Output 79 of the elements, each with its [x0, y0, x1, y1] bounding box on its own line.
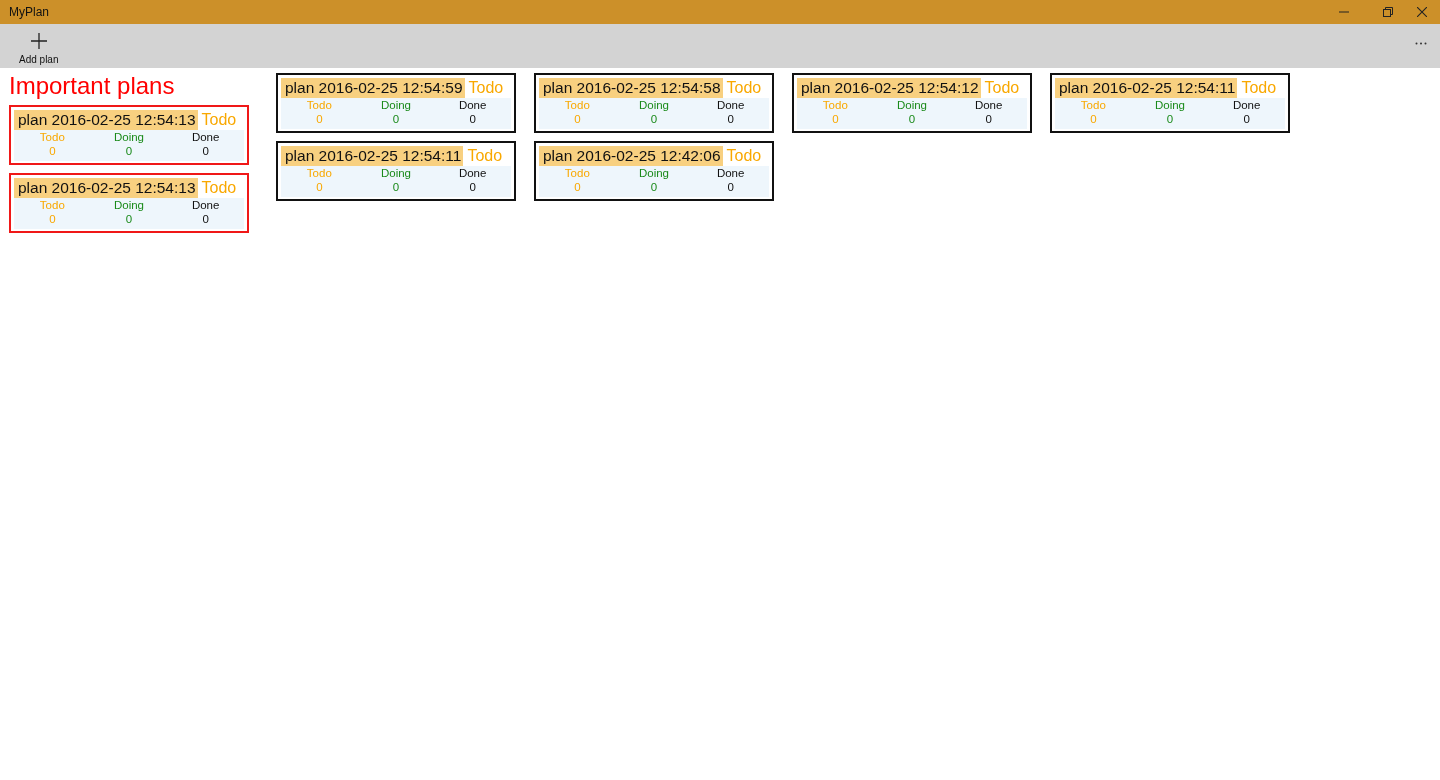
stat-count: 0 — [392, 112, 400, 126]
plan-status: Todo — [726, 147, 762, 165]
stat-label: Done — [191, 198, 220, 212]
stat-count: 0 — [650, 112, 658, 126]
stat-count: 0 — [832, 112, 839, 126]
plan-name: plan 2016-02-25 12:54:12 — [797, 78, 981, 98]
stat-count: 0 — [727, 112, 734, 126]
stat-label: Todo — [822, 98, 848, 112]
stat-count: 0 — [49, 212, 56, 226]
plan-status: Todo — [201, 179, 237, 197]
stat-count: 0 — [985, 112, 992, 126]
plan-name: plan 2016-02-25 12:54:11 — [281, 146, 464, 166]
plan-status: Todo — [1241, 79, 1277, 97]
stat-label: Done — [458, 166, 487, 180]
close-icon[interactable] — [1417, 7, 1427, 17]
plan-status: Todo — [984, 79, 1020, 97]
stat-count: 0 — [316, 112, 323, 126]
plan-card[interactable]: plan 2016-02-25 12:54:12 Todo Todo 0 Doing 0 Done 0 — [792, 73, 1032, 133]
stat-count: 0 — [202, 144, 209, 158]
stat-count: 0 — [49, 144, 56, 158]
stat-label: Doing — [380, 166, 411, 180]
plan-status: Todo — [201, 111, 237, 129]
plan-status: Todo — [467, 147, 503, 165]
stat-label: Doing — [638, 98, 669, 112]
stat-count: 0 — [727, 180, 734, 194]
plan-name: plan 2016-02-25 12:54:13 — [14, 110, 198, 130]
plan-card[interactable]: plan 2016-02-25 12:54:13 Todo Todo 0 Doing 0 Done 0 — [9, 105, 249, 165]
section-title: Important plans — [9, 73, 176, 99]
stat-label: Done — [458, 98, 487, 112]
stat-label: Todo — [39, 130, 65, 144]
stat-count: 0 — [650, 180, 658, 194]
plan-card[interactable]: plan 2016-02-25 12:54:11 Todo Todo 0 Doing 0 Done 0 — [276, 141, 516, 201]
plan-card[interactable]: plan 2016-02-25 12:54:58 Todo Todo 0 Doing 0 Done 0 — [534, 73, 774, 133]
stat-label: Todo — [1080, 98, 1106, 112]
stat-label: Todo — [564, 166, 590, 180]
stat-count: 0 — [574, 112, 581, 126]
plan-status: Todo — [726, 79, 762, 97]
plan-status: Todo — [468, 79, 504, 97]
plan-name: plan 2016-02-25 12:54:13 — [14, 178, 198, 198]
stat-label: Done — [191, 130, 220, 144]
stat-label: Todo — [306, 98, 332, 112]
plan-name: plan 2016-02-25 12:54:11 — [1055, 78, 1238, 98]
plan-card[interactable]: plan 2016-02-25 12:54:13 Todo Todo 0 Doing 0 Done 0 — [9, 173, 249, 233]
stat-label: Done — [974, 98, 1003, 112]
stat-label: Todo — [564, 98, 590, 112]
stat-label: Todo — [306, 166, 332, 180]
window-title: MyPlan — [9, 5, 49, 19]
plan-name: plan 2016-02-25 12:42:06 — [539, 146, 723, 166]
stat-label: Doing — [113, 198, 144, 212]
add-plan-button[interactable]: Add plan — [17, 24, 61, 65]
stat-count: 0 — [1090, 112, 1097, 126]
stat-count: 0 — [1243, 112, 1250, 126]
restore-icon[interactable] — [1383, 7, 1393, 17]
stat-count: 0 — [125, 212, 133, 226]
stat-label: Done — [716, 98, 745, 112]
stat-count: 0 — [469, 112, 476, 126]
stat-label: Doing — [1154, 98, 1185, 112]
plan-name: plan 2016-02-25 12:54:59 — [281, 78, 465, 98]
stat-label: Doing — [113, 130, 144, 144]
stat-count: 0 — [574, 180, 581, 194]
stat-label: Done — [1232, 98, 1261, 112]
plan-name: plan 2016-02-25 12:54:58 — [539, 78, 723, 98]
stat-count: 0 — [908, 112, 916, 126]
plan-card[interactable]: plan 2016-02-25 12:54:11 Todo Todo 0 Doing 0 Done 0 — [1050, 73, 1290, 133]
stat-count: 0 — [392, 180, 400, 194]
stat-label: Doing — [638, 166, 669, 180]
plan-card[interactable]: plan 2016-02-25 12:54:59 Todo Todo 0 Doing 0 Done 0 — [276, 73, 516, 133]
stat-label: Done — [716, 166, 745, 180]
stat-label: Doing — [380, 98, 411, 112]
plan-card[interactable]: plan 2016-02-25 12:42:06 Todo Todo 0 Doing 0 Done 0 — [534, 141, 774, 201]
stat-count: 0 — [316, 180, 323, 194]
stat-count: 0 — [202, 212, 209, 226]
stat-label: Doing — [896, 98, 927, 112]
stat-count: 0 — [125, 144, 133, 158]
more-icon[interactable] — [1415, 42, 1427, 45]
plus-icon — [30, 33, 47, 49]
stat-label: Todo — [39, 198, 65, 212]
stat-count: 0 — [469, 180, 476, 194]
stat-count: 0 — [1166, 112, 1174, 126]
